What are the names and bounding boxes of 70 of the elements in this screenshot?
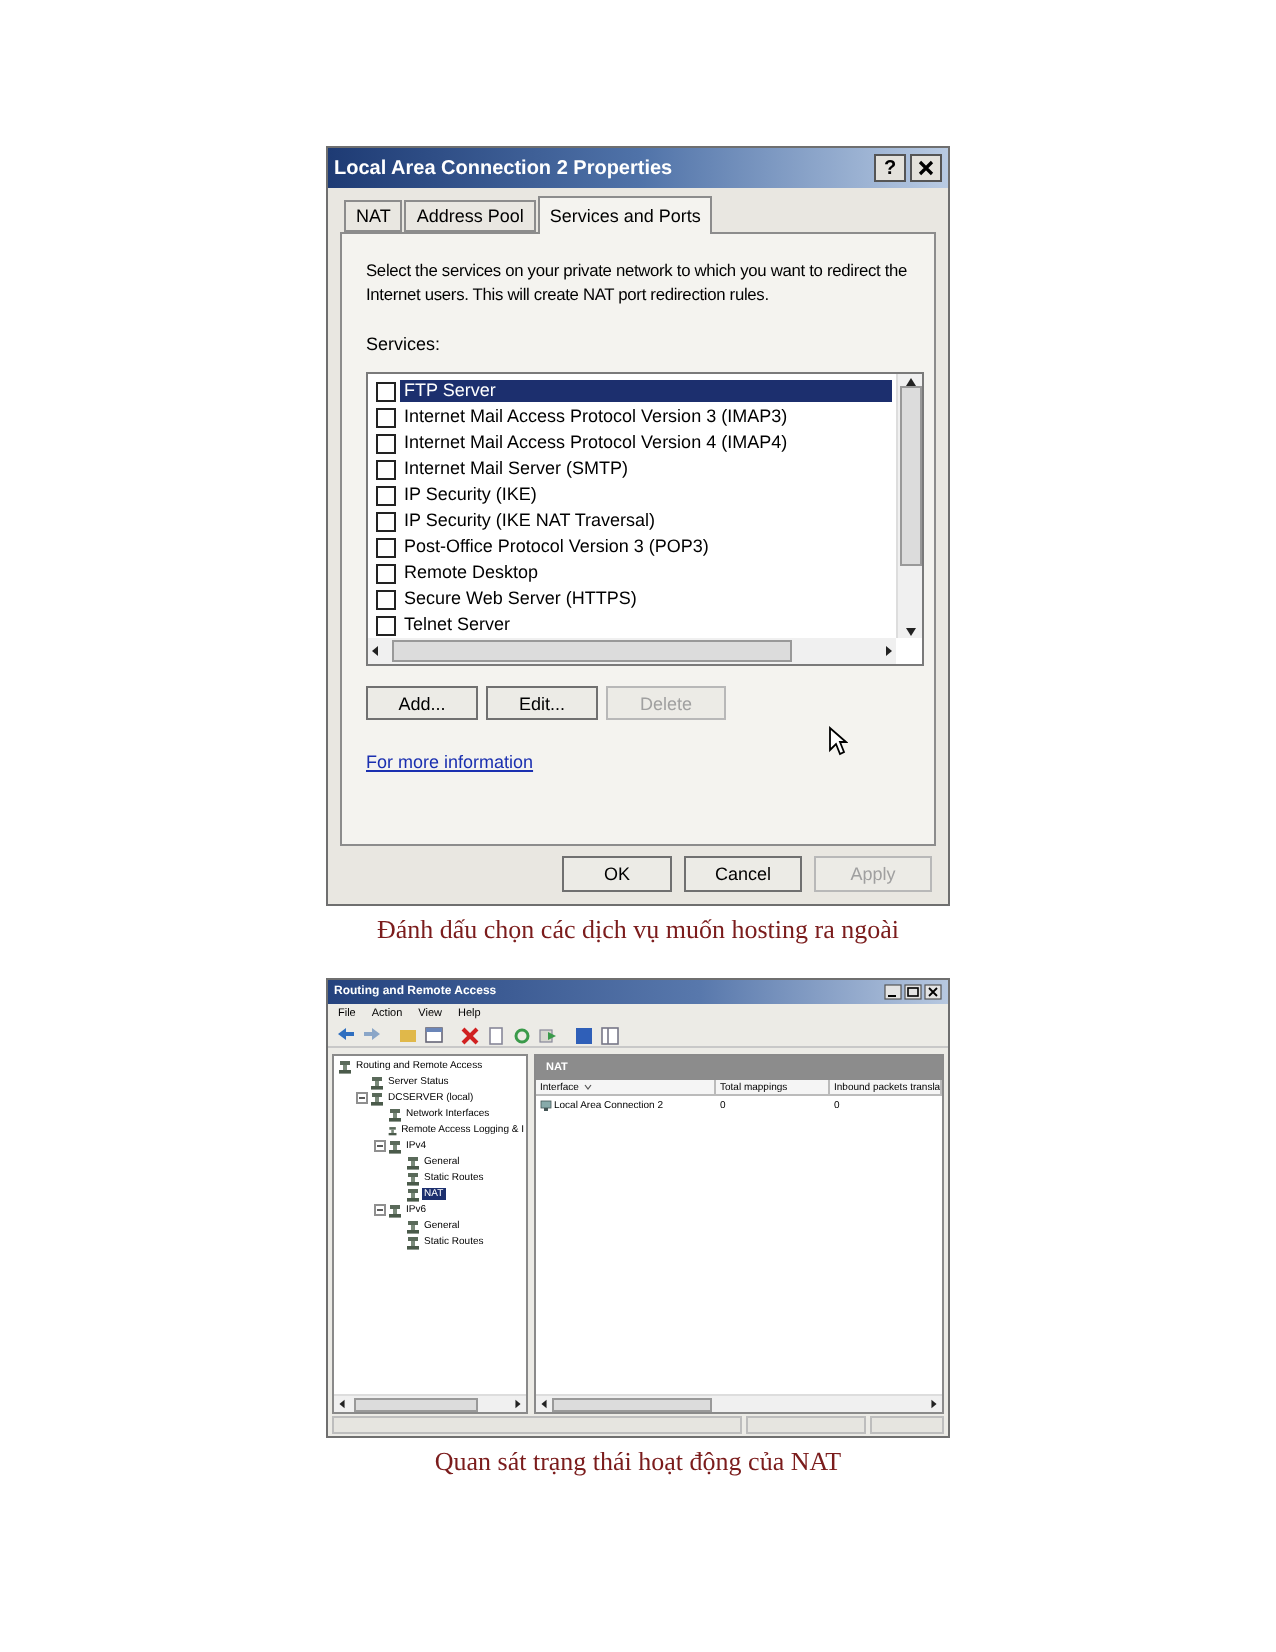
- checkbox[interactable]: [376, 589, 396, 609]
- horizontal-scrollbar[interactable]: [536, 1394, 942, 1412]
- scrollbar-thumb[interactable]: [354, 1397, 478, 1411]
- service-item[interactable]: Internet Mail Access Protocol Version 4 (IMAP4): [400, 432, 792, 454]
- document-icon[interactable]: [486, 1025, 506, 1045]
- checkbox[interactable]: [376, 381, 396, 401]
- horizontal-scrollbar[interactable]: [368, 638, 896, 664]
- scrollbar-thumb[interactable]: [899, 386, 921, 566]
- services-label: Services:: [366, 334, 443, 354]
- window-title: Local Area Connection 2 Properties: [334, 157, 675, 179]
- close-icon: [918, 160, 934, 176]
- close-button[interactable]: [924, 984, 942, 1000]
- export-icon[interactable]: [538, 1025, 558, 1045]
- window-icon[interactable]: [424, 1025, 444, 1045]
- expand-toggle[interactable]: [356, 1092, 368, 1104]
- cursor-icon: [828, 726, 848, 756]
- server-icon: [388, 1203, 402, 1217]
- left-arrow-icon[interactable]: [336, 1398, 348, 1410]
- right-arrow-icon[interactable]: [882, 644, 896, 658]
- dialog-button[interactable]: Cancel: [684, 856, 802, 892]
- checkbox[interactable]: [376, 537, 396, 557]
- server-icon: [338, 1059, 352, 1073]
- horizontal-scrollbar[interactable]: [334, 1394, 526, 1412]
- checkbox[interactable]: [376, 407, 396, 427]
- left-arrow-icon[interactable]: [368, 644, 382, 658]
- caption: Đánh dấu chọn các dịch vụ muốn hosting ra ngoài: [376, 914, 899, 946]
- sort-caret-icon: [584, 1084, 593, 1090]
- up-arrow-icon[interactable]: [903, 374, 917, 388]
- service-item[interactable]: IP Security (IKE): [400, 484, 541, 506]
- right-arrow-icon[interactable]: [928, 1398, 940, 1410]
- scrollbar-thumb[interactable]: [392, 640, 792, 662]
- tab[interactable]: NAT: [344, 200, 403, 232]
- dialog-button[interactable]: OK: [562, 856, 672, 892]
- right-arrow-icon[interactable]: [512, 1398, 524, 1410]
- service-item[interactable]: FTP Server: [400, 380, 892, 402]
- back-arrow-icon[interactable]: [336, 1025, 356, 1045]
- help-button[interactable]: ?: [874, 154, 906, 182]
- checkbox[interactable]: [376, 563, 396, 583]
- checkbox[interactable]: [376, 511, 396, 531]
- service-item[interactable]: Telnet Server: [400, 614, 515, 636]
- caption: Quan sát trạng thái hoạt động của NAT: [434, 1446, 842, 1478]
- network-icon: [540, 1100, 552, 1112]
- dialog-button[interactable]: Edit...: [486, 686, 598, 720]
- checkbox[interactable]: [376, 615, 396, 635]
- left-arrow-icon[interactable]: [538, 1398, 550, 1410]
- expand-toggle[interactable]: [374, 1140, 386, 1152]
- service-item[interactable]: Internet Mail Server (SMTP): [400, 458, 633, 480]
- down-arrow-icon[interactable]: [903, 624, 917, 638]
- dialog-button[interactable]: Add...: [366, 686, 478, 720]
- checkbox[interactable]: [376, 485, 396, 505]
- maximize-button[interactable]: [904, 984, 922, 1000]
- more-info-link[interactable]: For more information: [366, 752, 534, 772]
- tab[interactable]: Services and Ports: [537, 196, 713, 234]
- checkbox[interactable]: [376, 459, 396, 479]
- service-item[interactable]: Internet Mail Access Protocol Version 3 (IMAP3): [400, 406, 792, 428]
- services-list[interactable]: [366, 372, 924, 666]
- checkbox[interactable]: [376, 433, 396, 453]
- minimize-button[interactable]: [884, 984, 902, 1000]
- service-item[interactable]: Secure Web Server (HTTPS): [400, 588, 641, 610]
- close-icon[interactable]: [460, 1025, 480, 1045]
- vertical-scrollbar[interactable]: [896, 374, 922, 638]
- panel-icon[interactable]: [600, 1025, 620, 1045]
- service-item[interactable]: Post-Office Protocol Version 3 (POP3): [400, 536, 713, 558]
- close-button[interactable]: [910, 154, 942, 182]
- expand-toggle[interactable]: [374, 1204, 386, 1216]
- service-item[interactable]: Remote Desktop: [400, 562, 543, 584]
- tab[interactable]: Address Pool: [404, 200, 536, 232]
- service-item[interactable]: IP Security (IKE NAT Traversal): [400, 510, 660, 532]
- description-text: Select the services on your private network to which you want to redirect the Internet users. This will create NAT port redirection rules.: [366, 258, 910, 306]
- scrollbar-thumb[interactable]: [551, 1397, 711, 1411]
